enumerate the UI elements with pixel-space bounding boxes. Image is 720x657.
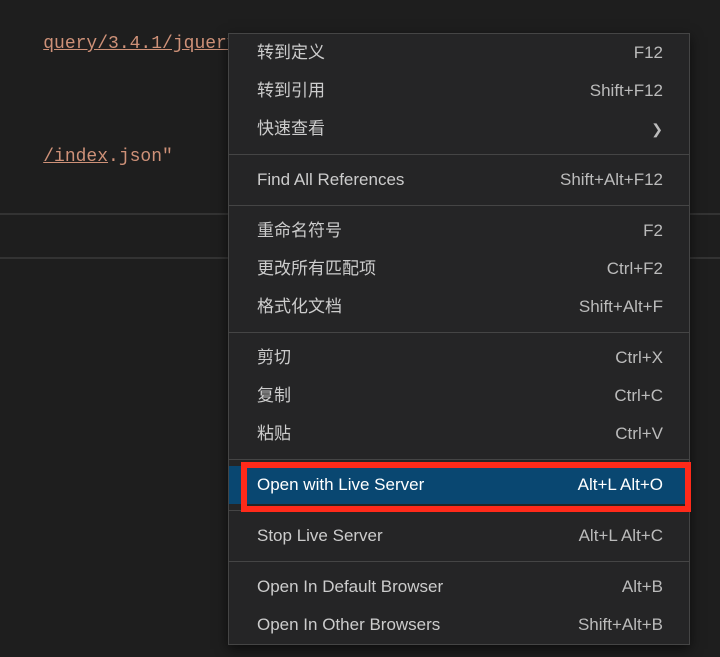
menu-item-shortcut: Shift+Alt+B xyxy=(578,613,663,637)
menu-item-open-default-browser[interactable]: Open In Default Browser Alt+B xyxy=(229,568,689,606)
menu-item-label: Open In Default Browser xyxy=(257,575,443,599)
context-menu: 转到定义 F12 转到引用 Shift+F12 快速查看 ❯ Find All Refere… xyxy=(228,33,690,645)
menu-item-rename-symbol[interactable]: 重命名符号 F2 xyxy=(229,212,689,250)
menu-item-open-other-browsers[interactable]: Open In Other Browsers Shift+Alt+B xyxy=(229,606,689,644)
menu-item-format-document[interactable]: 格式化文档 Shift+Alt+F xyxy=(229,288,689,326)
chevron-right-icon: ❯ xyxy=(651,117,663,141)
menu-item-cut[interactable]: 剪切 Ctrl+X xyxy=(229,339,689,377)
menu-separator xyxy=(229,332,689,333)
menu-item-label: 转到引用 xyxy=(257,79,325,103)
menu-separator xyxy=(229,459,689,460)
menu-item-change-all-occurrences[interactable]: 更改所有匹配项 Ctrl+F2 xyxy=(229,250,689,288)
menu-item-label: 快速查看 xyxy=(257,117,325,141)
menu-item-paste[interactable]: 粘贴 Ctrl+V xyxy=(229,415,689,453)
menu-item-shortcut: Ctrl+C xyxy=(614,384,663,408)
menu-separator xyxy=(229,205,689,206)
menu-item-shortcut: Shift+Alt+F12 xyxy=(560,168,663,192)
menu-item-label: Open In Other Browsers xyxy=(257,613,440,637)
menu-item-shortcut: F12 xyxy=(634,41,663,65)
menu-item-stop-live-server[interactable]: Stop Live Server Alt+L Alt+C xyxy=(229,517,689,555)
menu-item-shortcut: Alt+L Alt+C xyxy=(579,524,663,548)
menu-item-label: 粘贴 xyxy=(257,422,291,446)
menu-item-shortcut: Alt+L Alt+O xyxy=(578,473,663,497)
menu-item-shortcut: Ctrl+X xyxy=(615,346,663,370)
menu-item-label: 格式化文档 xyxy=(257,295,342,319)
menu-item-label: Find All References xyxy=(257,168,404,192)
menu-item-goto-definition[interactable]: 转到定义 F12 xyxy=(229,34,689,72)
menu-item-label: Stop Live Server xyxy=(257,524,383,548)
menu-item-shortcut: F2 xyxy=(643,219,663,243)
menu-item-label: 剪切 xyxy=(257,346,291,370)
menu-separator xyxy=(229,154,689,155)
menu-item-label: 重命名符号 xyxy=(257,219,342,243)
menu-item-shortcut: Shift+Alt+F xyxy=(579,295,663,319)
menu-item-goto-references[interactable]: 转到引用 Shift+F12 xyxy=(229,72,689,110)
menu-separator xyxy=(229,561,689,562)
menu-item-copy[interactable]: 复制 Ctrl+C xyxy=(229,377,689,415)
menu-item-open-with-live-server[interactable]: Open with Live Server Alt+L Alt+O xyxy=(229,466,689,504)
menu-item-label: 复制 xyxy=(257,384,291,408)
menu-item-shortcut: Alt+B xyxy=(622,575,663,599)
menu-item-shortcut: Ctrl+F2 xyxy=(607,257,663,281)
menu-item-shortcut: Shift+F12 xyxy=(590,79,663,103)
code-line: /index.json" xyxy=(0,115,173,199)
menu-item-shortcut: Ctrl+V xyxy=(615,422,663,446)
menu-item-label: 转到定义 xyxy=(257,41,325,65)
menu-separator xyxy=(229,510,689,511)
menu-item-label: 更改所有匹配项 xyxy=(257,257,376,281)
menu-item-label: Open with Live Server xyxy=(257,473,424,497)
code-string: .json" xyxy=(108,147,173,167)
code-string: /index xyxy=(43,147,108,167)
menu-item-find-all-references[interactable]: Find All References Shift+Alt+F12 xyxy=(229,161,689,199)
menu-item-peek[interactable]: 快速查看 ❯ xyxy=(229,110,689,148)
